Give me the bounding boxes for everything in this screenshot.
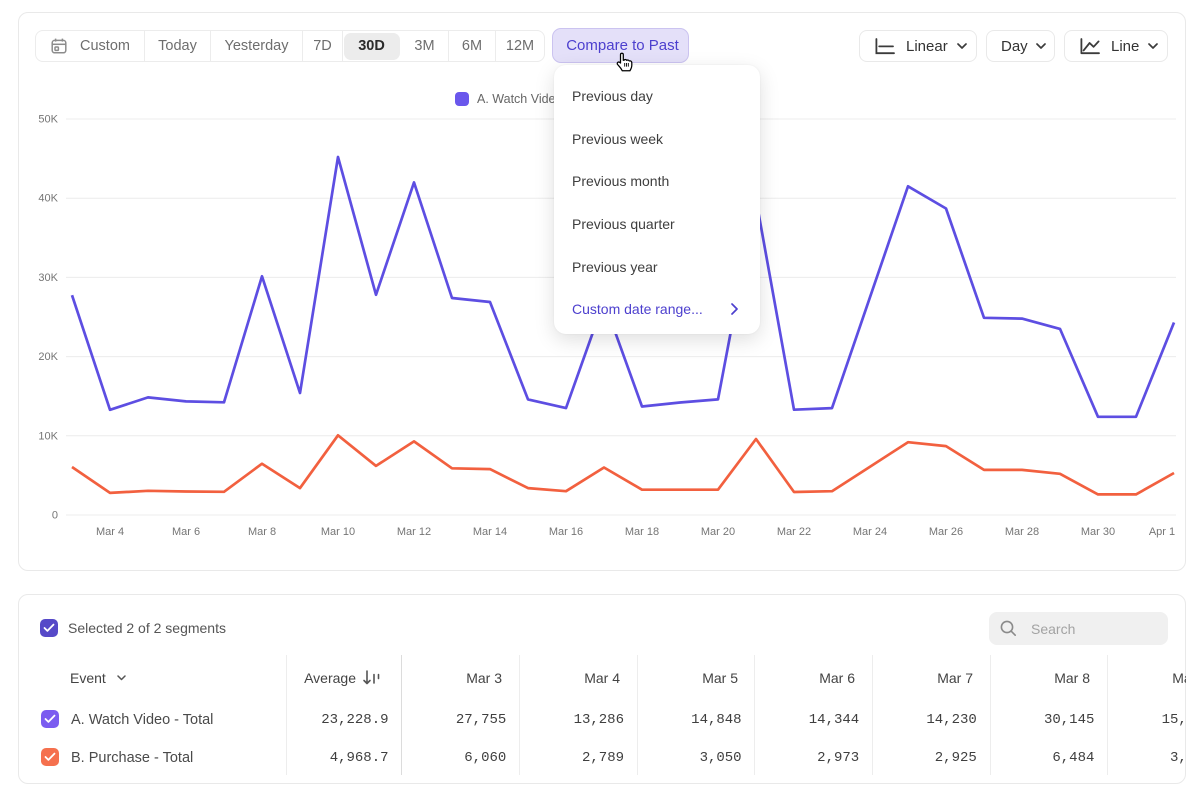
svg-text:40K: 40K: [38, 193, 58, 205]
svg-text:Mar 4: Mar 4: [96, 526, 124, 538]
svg-text:Mar 30: Mar 30: [1081, 526, 1115, 538]
svg-text:Mar 10: Mar 10: [321, 526, 355, 538]
svg-text:20K: 20K: [38, 351, 58, 363]
svg-text:Apr 1: Apr 1: [1149, 526, 1175, 538]
svg-text:Mar 14: Mar 14: [473, 526, 507, 538]
svg-text:Mar 18: Mar 18: [625, 526, 659, 538]
svg-text:Mar 12: Mar 12: [397, 526, 431, 538]
svg-text:30K: 30K: [38, 272, 58, 284]
svg-text:Mar 24: Mar 24: [853, 526, 887, 538]
svg-text:Mar 16: Mar 16: [549, 526, 583, 538]
svg-text:Mar 28: Mar 28: [1005, 526, 1039, 538]
svg-text:Mar 6: Mar 6: [172, 526, 200, 538]
svg-text:10K: 10K: [38, 430, 58, 442]
svg-text:Mar 8: Mar 8: [248, 526, 276, 538]
svg-text:50K: 50K: [38, 114, 58, 126]
svg-text:Mar 20: Mar 20: [701, 526, 735, 538]
svg-text:Mar 22: Mar 22: [777, 526, 811, 538]
svg-text:Mar 26: Mar 26: [929, 526, 963, 538]
svg-text:0: 0: [52, 510, 58, 522]
